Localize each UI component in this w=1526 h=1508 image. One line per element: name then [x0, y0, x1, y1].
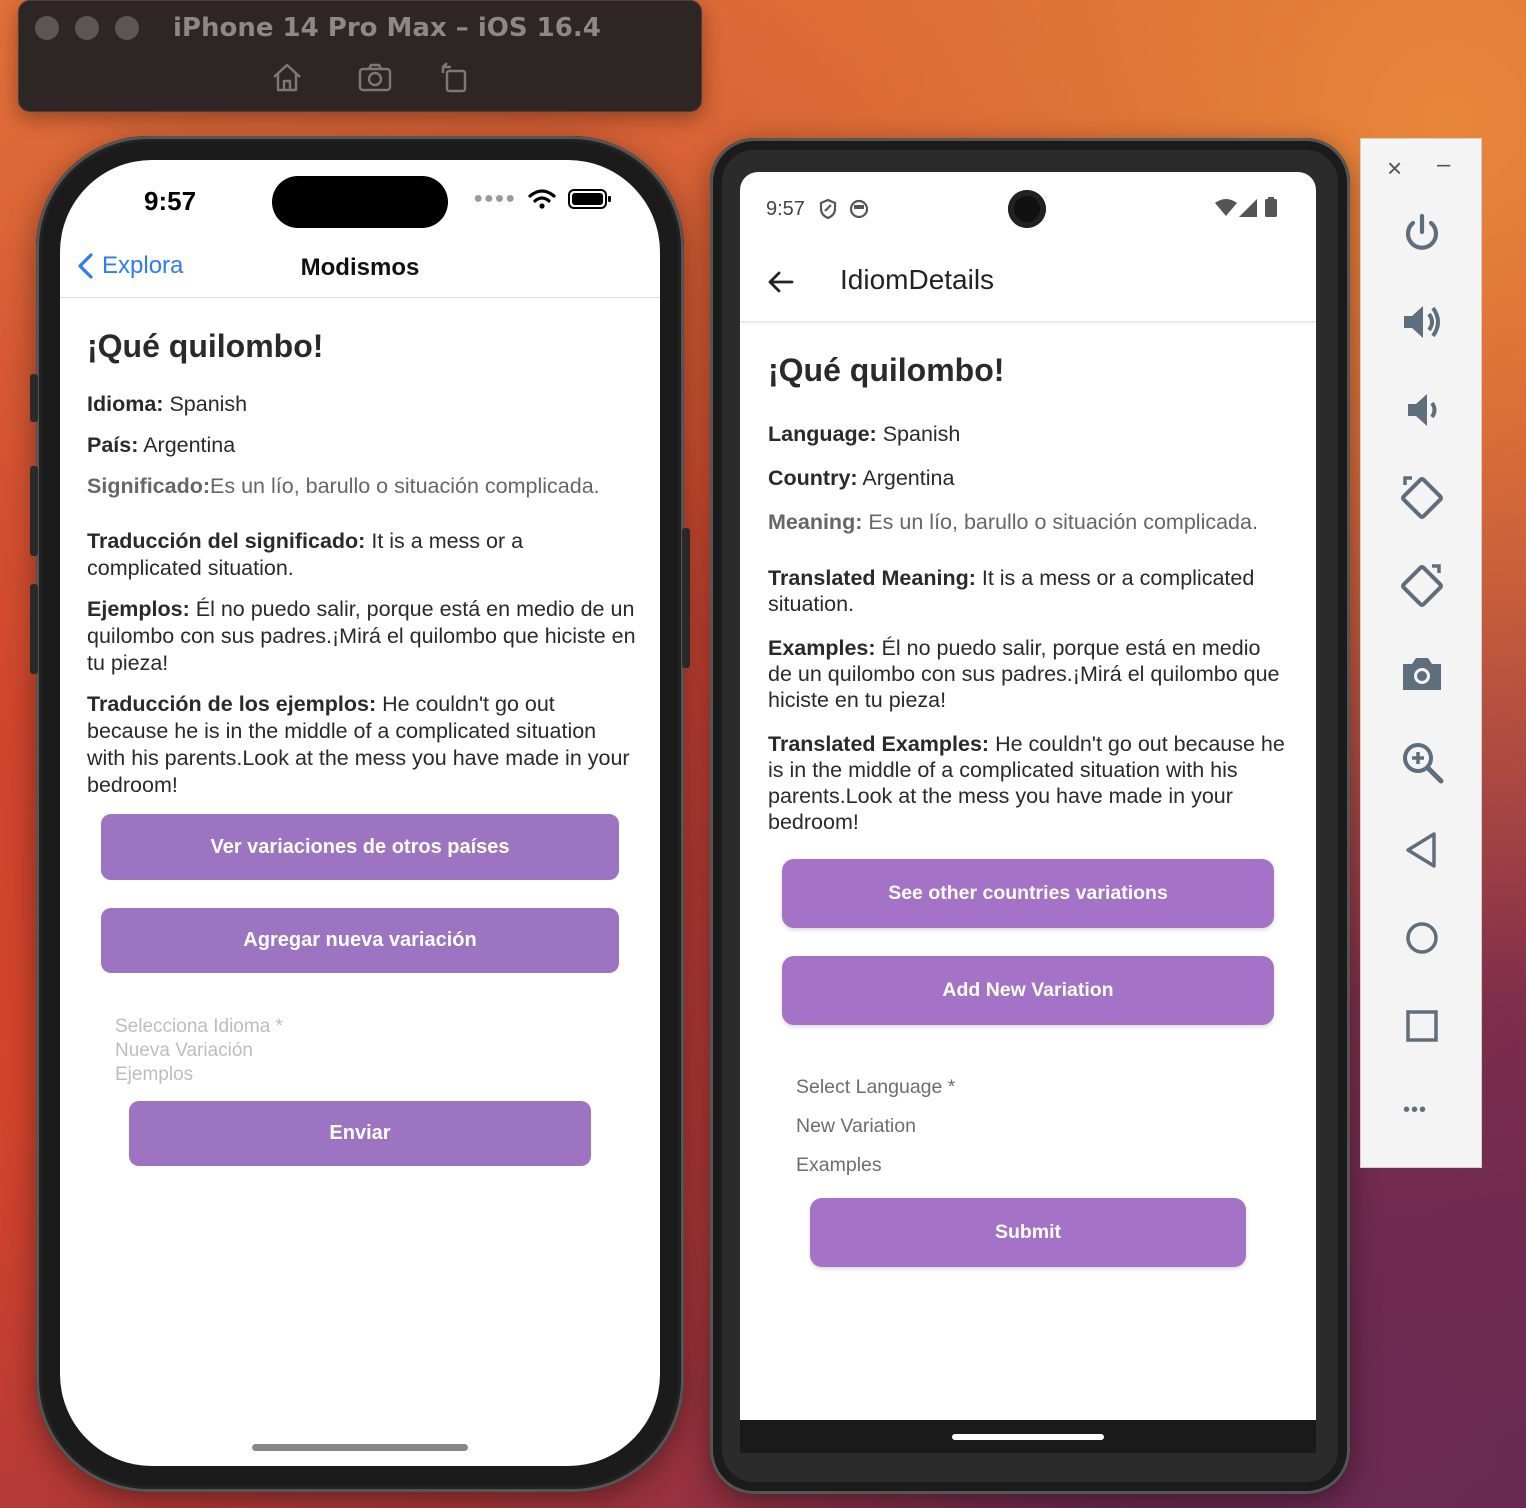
select-language-field[interactable]: Selecciona Idioma *: [115, 1016, 283, 1038]
dynamic-island: [272, 176, 448, 228]
battery-icon: [1265, 197, 1277, 217]
idiom-title: ¡Qué quilombo!: [768, 352, 1005, 388]
meaning-label: Significado:: [87, 474, 211, 498]
translated-meaning-row: Translated Meaning: It is a mess or a co…: [768, 565, 1288, 617]
examples-row: Examples: Él no puedo salir, porque está…: [768, 635, 1288, 713]
idiom-title: ¡Qué quilombo!: [87, 328, 324, 364]
country-label: País:: [87, 433, 139, 457]
cellular-signal-icon: [1239, 199, 1257, 217]
rotate-left-icon[interactable]: [1399, 475, 1445, 521]
simulator-window-bar: iPhone 14 Pro Max – iOS 16.4: [18, 0, 702, 112]
country-value: Argentina: [143, 433, 236, 457]
examples-label: Ejemplos:: [87, 597, 190, 621]
translated-meaning-label: Traducción del significado:: [87, 529, 366, 553]
submit-button[interactable]: Enviar: [129, 1101, 591, 1166]
cellular-signal-icon: ●●●●: [473, 190, 516, 207]
translated-examples-row: Translated Examples: He couldn't go out …: [768, 731, 1288, 835]
country-row: País: Argentina: [87, 432, 639, 459]
examples-label: Examples:: [768, 636, 876, 660]
submit-button[interactable]: Submit: [810, 1198, 1246, 1267]
emulator-toolbar: × – •••: [1360, 138, 1482, 1168]
front-camera: [1008, 190, 1046, 228]
notification-app-icon: [849, 199, 869, 219]
shield-icon: [819, 198, 837, 220]
translated-examples-row: Traducción de los ejemplos: He couldn't …: [87, 691, 639, 799]
language-label: Language:: [768, 422, 877, 446]
add-variation-button[interactable]: Add New Variation: [782, 956, 1274, 1025]
simulator-title: iPhone 14 Pro Max – iOS 16.4: [173, 13, 601, 43]
iphone-side-button[interactable]: [682, 528, 690, 668]
translated-examples-label: Translated Examples:: [768, 732, 990, 756]
android-screen: 9:57 IdiomDetails ¡Qué quilombo! Languag…: [740, 172, 1316, 1453]
ios-status-icons: ●●●●: [473, 188, 612, 210]
add-variation-button[interactable]: Agregar nueva variación: [101, 908, 619, 973]
ios-navigation-bar: Explora Modismos: [60, 248, 660, 298]
see-variations-button[interactable]: See other countries variations: [782, 859, 1274, 928]
zoom-icon[interactable]: [1399, 739, 1445, 785]
battery-icon: [568, 189, 611, 209]
see-variations-button[interactable]: Ver variaciones de otros países: [101, 814, 619, 880]
examples-row: Ejemplos: Él no puedo salir, porque está…: [87, 596, 639, 677]
gesture-handle[interactable]: [952, 1434, 1104, 1440]
language-row: Language: Spanish: [768, 421, 1288, 447]
home-icon[interactable]: [269, 59, 305, 95]
ios-screen: 9:57 ●●●● Explora Modismos ¡Qué quilombo…: [60, 160, 660, 1466]
wifi-icon: [528, 189, 556, 209]
language-value: Spanish: [169, 392, 248, 416]
volume-down-icon[interactable]: [1399, 387, 1445, 433]
more-icon[interactable]: •••: [1403, 1099, 1427, 1122]
translated-meaning-row: Traducción del significado: It is a mess…: [87, 528, 639, 582]
country-row: Country: Argentina: [768, 465, 1288, 491]
minimize-window-button[interactable]: [75, 16, 99, 40]
overview-icon[interactable]: [1399, 1003, 1445, 1049]
minimize-emulator-button[interactable]: –: [1437, 151, 1450, 179]
language-row: Idioma: Spanish: [87, 391, 639, 418]
idiom-details: ¡Qué quilombo! Idioma: Spanish País: Arg…: [87, 328, 639, 813]
ios-status-time: 9:57: [144, 186, 197, 216]
rotate-icon[interactable]: [437, 59, 473, 95]
iphone-volume-down-button[interactable]: [30, 584, 38, 674]
app-bar-title: IdiomDetails: [840, 264, 995, 295]
country-value: Argentina: [862, 466, 955, 490]
examples-field[interactable]: Ejemplos: [115, 1064, 193, 1086]
meaning-row: Significado:Es un lío, barullo o situaci…: [87, 473, 639, 500]
meaning-label: Meaning:: [768, 510, 863, 534]
close-window-button[interactable]: [35, 16, 59, 40]
wifi-icon: [1215, 199, 1237, 216]
android-status-time: 9:57: [766, 198, 805, 220]
idiom-details: ¡Qué quilombo! Language: Spanish Country…: [768, 352, 1288, 853]
back-icon[interactable]: [1399, 827, 1445, 873]
power-icon[interactable]: [1399, 211, 1445, 257]
rotate-right-icon[interactable]: [1399, 563, 1445, 609]
volume-up-icon[interactable]: [1399, 299, 1445, 345]
screenshot-icon[interactable]: [357, 59, 393, 95]
meaning-row: Meaning: Es un lío, barullo o situación …: [768, 509, 1288, 535]
examples-field[interactable]: Examples: [796, 1154, 882, 1177]
country-label: Country:: [768, 466, 858, 490]
camera-icon[interactable]: [1399, 651, 1445, 697]
arrow-back-icon[interactable]: [766, 270, 794, 294]
new-variation-field[interactable]: Nueva Variación: [115, 1040, 253, 1062]
zoom-window-button[interactable]: [115, 16, 139, 40]
close-emulator-button[interactable]: ×: [1387, 153, 1402, 184]
language-label: Idioma:: [87, 392, 164, 416]
home-indicator[interactable]: [252, 1444, 468, 1451]
nav-title: Modismos: [300, 254, 420, 281]
iphone-volume-up-button[interactable]: [30, 466, 38, 556]
language-value: Spanish: [882, 422, 961, 446]
translated-examples-label: Traducción de los ejemplos:: [87, 692, 377, 716]
translated-meaning-label: Translated Meaning:: [768, 566, 976, 590]
home-icon[interactable]: [1399, 915, 1445, 961]
iphone-mute-switch[interactable]: [30, 374, 38, 422]
new-variation-field[interactable]: New Variation: [796, 1115, 916, 1138]
meaning-value: Es un lío, barullo o situación complicad…: [868, 510, 1258, 534]
select-language-field[interactable]: Select Language *: [796, 1076, 955, 1099]
meaning-value: Es un lío, barullo o situación complicad…: [210, 474, 600, 498]
android-app-bar: IdiomDetails: [740, 244, 1316, 322]
